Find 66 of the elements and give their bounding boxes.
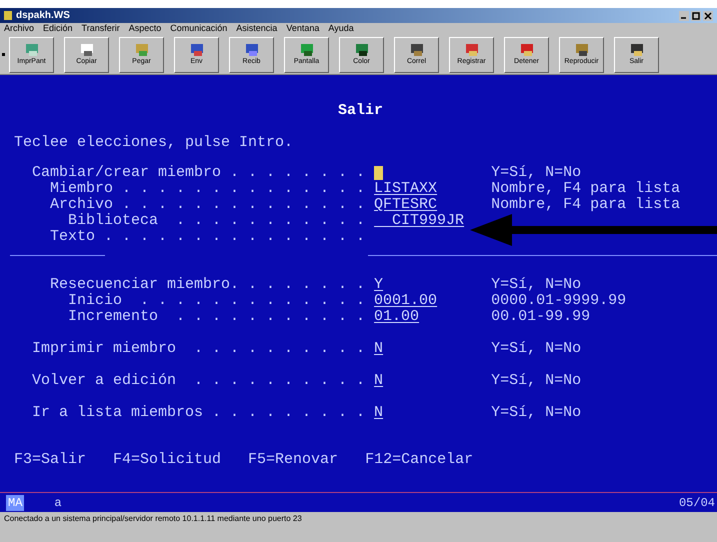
- instruction-text: Teclee elecciones, pulse Intro.: [14, 134, 294, 151]
- input-field[interactable]: CIT999JR: [374, 213, 464, 229]
- app-icon: [4, 11, 12, 20]
- hint-text: 00.01-99.99: [491, 309, 590, 325]
- menu-item[interactable]: Ayuda: [328, 22, 354, 36]
- toolbar-icon: [354, 43, 368, 57]
- mode-indicator: MA: [6, 494, 24, 510]
- field-label: Volver a edición . . . . . . . . . .: [32, 373, 366, 389]
- field-label: Inicio . . . . . . . . . . . . .: [67, 293, 366, 309]
- field-label: Texto . . . . . . . . . . . . . . .: [49, 229, 366, 245]
- toolbar-icon: [190, 43, 204, 57]
- status-text: Conectado a un sistema principal/servidor remoto 10.1.1.11 mediante uno puerto 23: [4, 513, 302, 525]
- input-field[interactable]: Y: [374, 277, 384, 293]
- status-indicator: a: [54, 494, 62, 510]
- input-field[interactable]: N: [374, 405, 384, 421]
- hint-text: Y=Sí, N=No: [491, 277, 582, 293]
- maximize-icon[interactable]: [690, 10, 700, 20]
- function-key[interactable]: F4=Solicitud: [113, 452, 222, 468]
- hint-text: Y=Sí, N=No: [491, 341, 582, 357]
- hint-text: Y=Sí, N=No: [491, 405, 582, 421]
- hint-text: Nombre, F4 para lista: [491, 197, 680, 213]
- menu-item[interactable]: Archivo: [4, 22, 34, 36]
- input-field[interactable]: LISTAXX: [374, 181, 438, 197]
- toolbar-icon: [134, 43, 148, 57]
- menu-item[interactable]: Transferir: [82, 22, 120, 36]
- field-label: Resecuenciar miembro. . . . . . . .: [49, 277, 366, 293]
- hint-text: Y=Sí, N=No: [491, 165, 582, 181]
- toolbar-icon: [464, 43, 478, 57]
- menu-item[interactable]: Comunicación: [170, 22, 228, 36]
- input-field[interactable]: 01.00: [374, 309, 420, 325]
- menu-item[interactable]: Edición: [43, 22, 73, 36]
- minimize-icon[interactable]: [678, 10, 688, 20]
- toolbar-icon: [24, 43, 38, 57]
- window-title: dspakh.WS: [16, 9, 70, 23]
- menu-item[interactable]: Asistencia: [236, 22, 278, 36]
- hint-text: Nombre, F4 para lista: [491, 181, 680, 197]
- field-label: Cambiar/crear miembro . . . . . . . .: [32, 165, 366, 181]
- toolbar-grip-icon: [2, 53, 5, 56]
- function-key[interactable]: F5=Renovar: [248, 452, 338, 468]
- toolbar-icon: [630, 43, 644, 57]
- toolbar-icon: [574, 43, 588, 57]
- hint-text: Y=Sí, N=No: [491, 373, 582, 389]
- menu-item[interactable]: Aspecto: [128, 22, 162, 36]
- field-label: Biblioteca . . . . . . . . . . .: [67, 213, 366, 229]
- text-cursor: [374, 166, 384, 180]
- input-field[interactable]: N: [374, 373, 384, 389]
- field-label: Imprimir miembro . . . . . . . . . .: [32, 341, 366, 357]
- function-key[interactable]: F12=Cancelar: [365, 452, 474, 468]
- toolbar-icon: [520, 43, 534, 57]
- menu-item[interactable]: Ventana: [286, 22, 320, 36]
- toolbar-icon: [410, 43, 424, 57]
- input-field[interactable]: 0001.00: [374, 293, 438, 309]
- field-label: Ir a lista miembros . . . . . . . . .: [32, 405, 366, 421]
- input-field[interactable]: QFTESRC: [374, 197, 438, 213]
- function-key[interactable]: F3=Salir: [14, 452, 86, 468]
- field-label: Archivo . . . . . . . . . . . . . .: [49, 197, 366, 213]
- toolbar-icon: [300, 43, 314, 57]
- input-field[interactable]: N: [374, 341, 384, 357]
- cursor-position: 05/04: [678, 494, 715, 510]
- field-label: Incremento . . . . . . . . . . .: [67, 309, 366, 325]
- field-label: Miembro . . . . . . . . . . . . . .: [49, 181, 366, 197]
- close-icon[interactable]: [702, 10, 712, 20]
- toolbar-icon: [244, 43, 258, 57]
- toolbar-icon: [80, 43, 94, 57]
- hint-text: 0000.01-9999.99: [491, 293, 626, 309]
- screen-title: Salir: [338, 102, 384, 119]
